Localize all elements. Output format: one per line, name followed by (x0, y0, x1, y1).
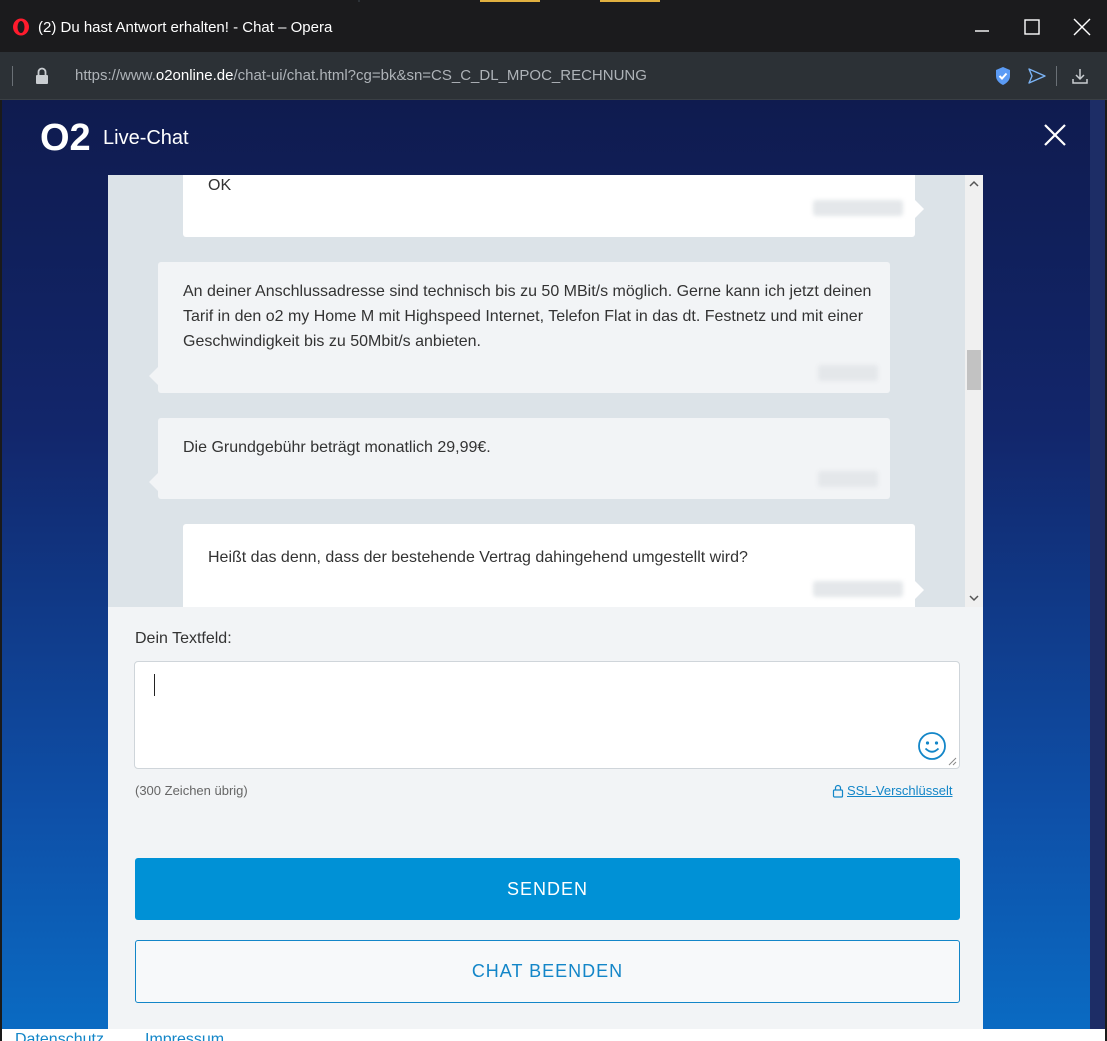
send-button[interactable]: SENDEN (135, 858, 960, 920)
bubble-tail (915, 581, 924, 599)
message-input[interactable] (134, 661, 960, 769)
address-bar[interactable]: https://www.o2online.de/chat-ui/chat.htm… (0, 52, 1107, 100)
message-agent: An deiner Anschlussadresse sind technisc… (149, 262, 890, 393)
message-timestamp (813, 200, 903, 216)
maximize-button[interactable] (1012, 10, 1052, 44)
textfield-label: Dein Textfeld: (135, 630, 232, 647)
message-timestamp (818, 365, 878, 381)
message-text: Heißt das denn, dass der bestehende Vert… (208, 549, 748, 566)
page-title: Live-Chat (103, 127, 189, 149)
tab-indicator[interactable] (480, 0, 540, 2)
page-scrollbar[interactable] (1090, 100, 1105, 1029)
bubble-tail (149, 367, 158, 385)
message-list[interactable]: OK An deiner Anschlussadresse sind techn… (108, 175, 983, 607)
minimize-icon (975, 30, 989, 32)
bubble-tail (149, 473, 158, 491)
message-timestamp (818, 471, 878, 487)
message-agent: Die Grundgebühr beträgt monatlich 29,99€… (149, 418, 890, 499)
send-icon[interactable] (1027, 66, 1047, 86)
scrollbar-thumb[interactable] (967, 350, 981, 390)
text-caret (154, 674, 155, 696)
footer: Datenschutz Impressum (2, 1029, 1105, 1041)
chars-remaining: (300 Zeichen übrig) (135, 783, 248, 798)
bubble-tail (915, 200, 924, 218)
resize-handle-icon[interactable] (948, 757, 957, 766)
message-text: Die Grundgebühr beträgt monatlich 29,99€… (183, 439, 491, 456)
close-icon (1073, 18, 1091, 36)
o2-logo: O2 (40, 117, 90, 159)
message-text: An deiner Anschlussadresse sind technisc… (183, 283, 872, 350)
shield-icon[interactable] (994, 66, 1012, 86)
tab-separator (358, 0, 360, 2)
divider (1056, 66, 1057, 86)
url-text[interactable]: https://www.o2online.de/chat-ui/chat.htm… (75, 67, 647, 84)
lock-icon (832, 784, 844, 798)
close-window-button[interactable] (1062, 10, 1102, 44)
window-titlebar: (2) Du hast Antwort erhalten! - Chat – O… (0, 0, 1107, 52)
download-icon[interactable] (1071, 66, 1089, 86)
divider (12, 66, 13, 86)
ssl-link[interactable]: SSL-Verschlüsselt (832, 783, 953, 798)
maximize-icon (1024, 19, 1040, 35)
url-domain: o2online.de (155, 67, 234, 84)
message-user: Heißt das denn, dass der bestehende Vert… (183, 524, 924, 607)
chevron-up-icon[interactable] (969, 179, 979, 189)
chat-page: O2 Live-Chat OK An deiner Anschlussadres… (2, 100, 1105, 1041)
message-form: Dein Textfeld: (300 Zeichen übrig) SSL-V… (108, 607, 983, 1029)
end-chat-button[interactable]: CHAT BEENDEN (135, 940, 960, 1003)
opera-icon (13, 18, 29, 36)
footer-link-impressum[interactable]: Impressum (145, 1031, 224, 1041)
smiley-icon[interactable] (917, 731, 947, 761)
message-scrollbar[interactable] (965, 175, 983, 607)
message-timestamp (813, 581, 903, 597)
message-user: OK (183, 175, 924, 237)
ssl-label: SSL-Verschlüsselt (847, 783, 953, 798)
window-title: (2) Du hast Antwort erhalten! - Chat – O… (38, 19, 333, 36)
message-text: OK (208, 177, 232, 194)
url-prefix: https://www. (75, 67, 156, 84)
tab-indicator[interactable] (600, 0, 660, 2)
footer-link-datenschutz[interactable]: Datenschutz (15, 1031, 104, 1041)
url-path: /chat-ui/chat.html?cg=bk&sn=CS_C_DL_MPOC… (233, 67, 647, 84)
minimize-button[interactable] (962, 10, 1002, 44)
o2-logo-text: O2 (40, 117, 90, 159)
close-chat-icon[interactable] (1040, 120, 1070, 150)
lock-icon[interactable] (35, 67, 49, 85)
chat-panel: OK An deiner Anschlussadresse sind techn… (108, 175, 983, 1029)
chevron-down-icon[interactable] (969, 593, 979, 603)
